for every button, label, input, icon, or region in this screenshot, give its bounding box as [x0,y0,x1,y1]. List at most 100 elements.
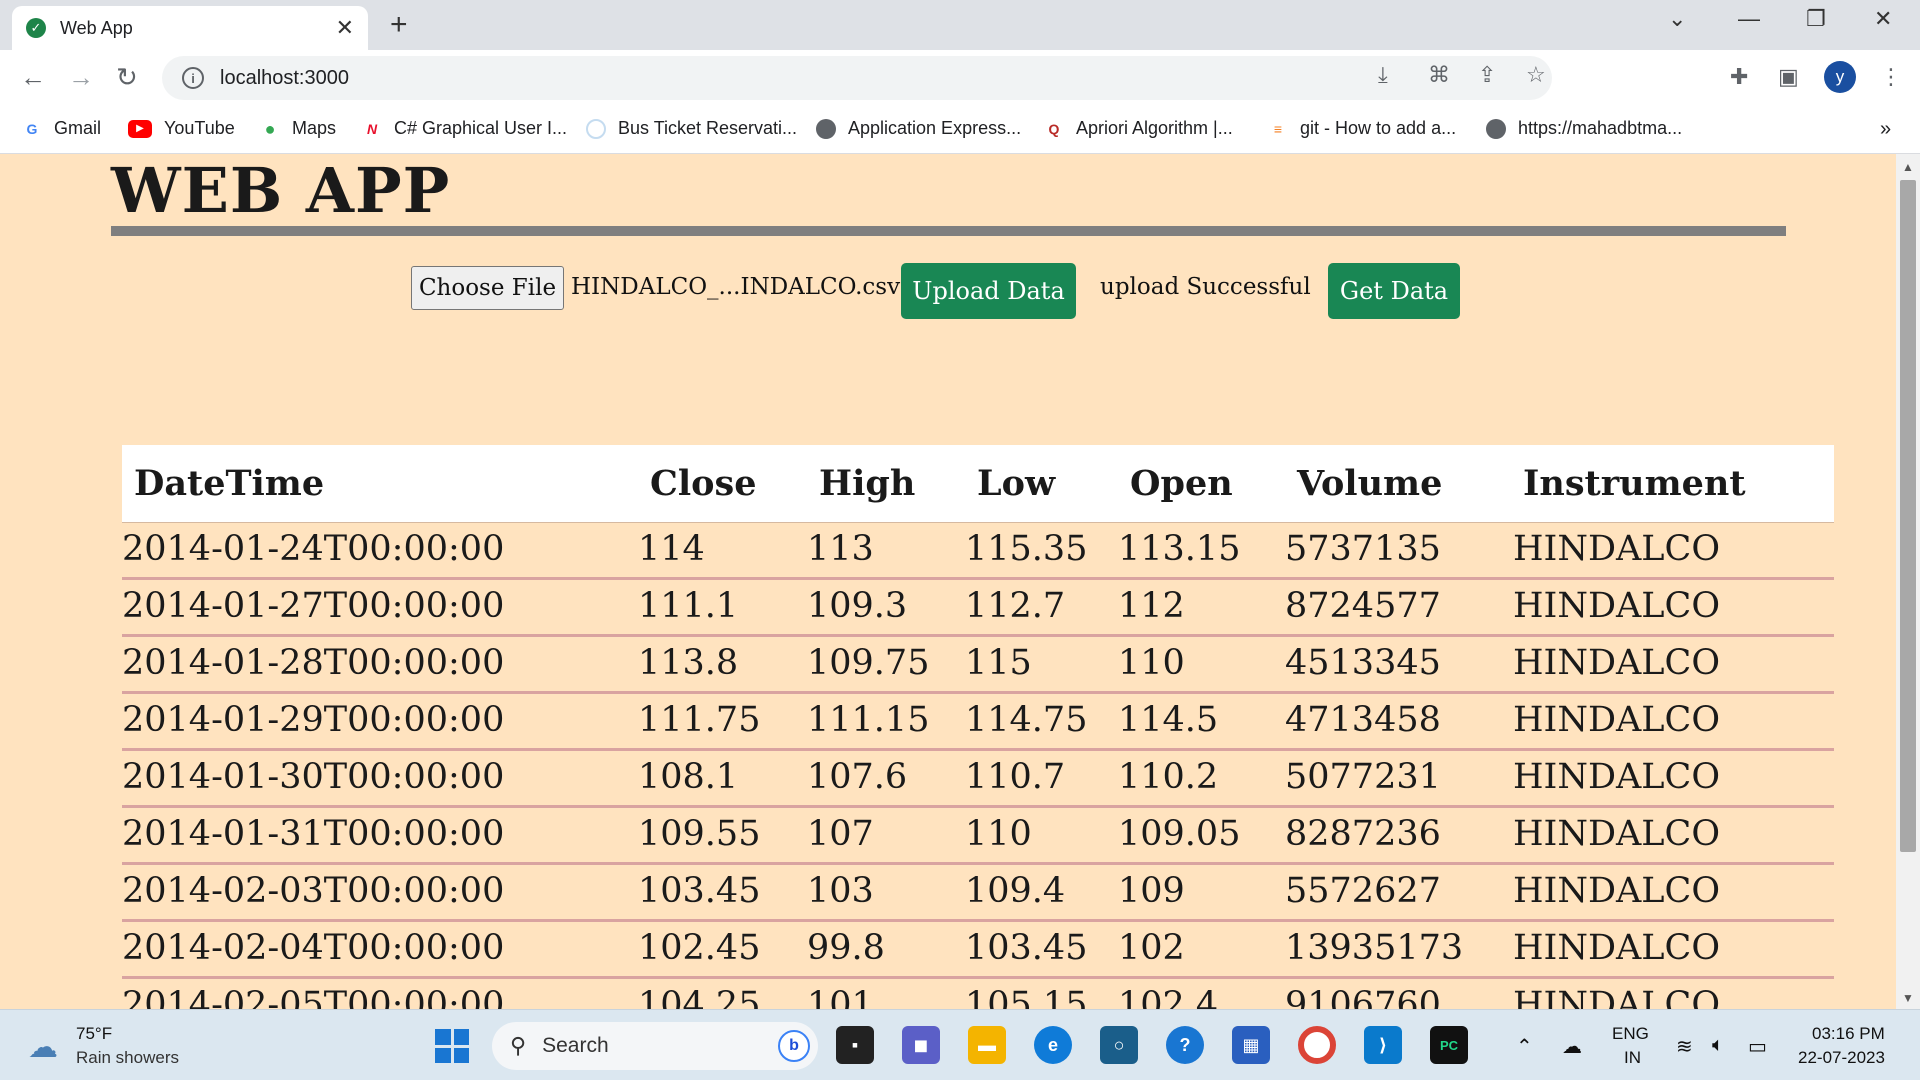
onedrive-cloud-icon[interactable]: ☁ [1562,1034,1582,1059]
translate-icon[interactable]: ⌘ [1428,62,1450,88]
table-row: 2014-02-03T00:00:00 103.45 103 109.4 109 5572… [122,865,1834,922]
wifi-icon[interactable]: ≋ [1676,1034,1693,1059]
table-cell-instrument: HINDALCO [1513,871,1721,911]
microsoft-store-icon[interactable]: ▦ [1232,1026,1270,1064]
bookmark-application-express[interactable]: Application Express... [816,118,1021,139]
battery-icon[interactable]: ▭ [1748,1034,1767,1059]
tab-search-chevron-icon[interactable]: ⌄ [1668,6,1686,32]
browser-tab[interactable]: ✓ Web App ✕ [12,6,368,50]
edge-browser-icon[interactable]: e [1034,1026,1072,1064]
extensions-puzzle-icon[interactable]: ✚ [1730,64,1748,90]
install-app-icon[interactable]: ⤓ [1378,62,1388,88]
table-row: 2014-01-27T00:00:00 111.1 109.3 112.7 112 872… [122,580,1834,637]
window-close-icon[interactable]: ✕ [1874,6,1892,32]
more-bookmarks-chevron-icon[interactable]: » [1880,118,1891,141]
bookmark-label: Gmail [54,118,102,138]
restore-icon[interactable]: ❐ [1806,6,1826,32]
data-table: DateTime Close High Low Open Volume Inst… [122,445,1834,1009]
browser-menu-icon[interactable]: ⋮ [1880,64,1902,90]
address-bar[interactable]: i localhost:3000 [162,56,1552,100]
site-info-icon[interactable]: i [182,67,204,89]
scroll-down-arrow-icon[interactable]: ▼ [1902,991,1914,1005]
task-view-icon[interactable]: ▪ [836,1026,874,1064]
table-cell-instrument: HINDALCO [1513,643,1721,683]
new-tab-plus-icon[interactable]: + [390,8,408,42]
table-cell-close: 114 [638,529,705,569]
choose-file-button[interactable]: Choose File [411,266,564,310]
bookmark-mahadbt[interactable]: https://mahadbtma... [1486,118,1682,139]
search-placeholder: Search [542,1034,609,1057]
browser-toolbar: ← → ↻ i localhost:3000 ☆ ⇪ ⌘ ⤓ [0,50,1920,106]
side-panel-icon[interactable]: ▣ [1778,64,1799,90]
table-cell-high: 111.15 [807,700,930,740]
profile-avatar[interactable]: y [1824,61,1856,93]
selected-file-name: HINDALCO_...INDALCO.csv [571,274,901,300]
volume-icon[interactable]: 🔈︎ [1712,1034,1724,1057]
column-header-open: Open [1130,463,1233,504]
share-icon[interactable]: ⇪ [1478,62,1496,88]
weather-temperature[interactable]: 75°F [76,1024,112,1044]
language-top[interactable]: ENG [1612,1024,1649,1044]
file-explorer-icon[interactable]: ▬ [968,1026,1006,1064]
tab-favicon-check-icon: ✓ [26,18,46,38]
table-cell-volume: 5077231 [1285,757,1441,797]
language-bottom[interactable]: IN [1624,1048,1641,1068]
table-cell-high: 107 [807,814,874,854]
table-cell-datetime: 2014-02-03T00:00:00 [122,871,505,911]
windows-start-icon[interactable] [435,1029,469,1063]
table-cell-open: 102 [1118,928,1185,968]
table-cell-datetime: 2014-02-04T00:00:00 [122,928,505,968]
taskbar-search[interactable]: ⚲ Search b [492,1022,818,1070]
rain-cloud-icon[interactable]: ☁ [28,1030,58,1065]
alexa-icon[interactable]: ○ [1100,1026,1138,1064]
tab-close-icon[interactable]: ✕ [336,15,354,41]
table-cell-open: 112 [1118,586,1185,626]
table-row: 2014-01-24T00:00:00 114 113 115.35 113.15 573… [122,523,1834,580]
bookmark-gmail[interactable]: G Gmail [22,118,101,139]
teams-chat-icon[interactable]: ◼ [902,1026,940,1064]
forward-arrow-icon[interactable]: → [68,62,94,93]
bookmark-apriori[interactable]: Q Apriori Algorithm |... [1044,118,1233,139]
table-row: 2014-01-28T00:00:00 113.8 109.75 115 110 4513… [122,637,1834,694]
clock-date[interactable]: 22-07-2023 [1798,1048,1885,1068]
globe-icon [816,118,836,139]
bookmark-label: Application Express... [848,118,1022,138]
pycharm-icon[interactable]: PC [1430,1026,1468,1064]
table-cell-instrument: HINDALCO [1513,586,1721,626]
chrome-icon[interactable] [1298,1026,1336,1064]
back-arrow-icon[interactable]: ← [20,62,46,93]
help-icon[interactable]: ? [1166,1026,1204,1064]
table-cell-instrument: HINDALCO [1513,985,1721,1009]
bing-icon[interactable]: b [778,1030,810,1062]
minimize-icon[interactable]: — [1738,6,1760,32]
get-data-button[interactable]: Get Data [1328,263,1460,319]
clock-time[interactable]: 03:16 PM [1812,1024,1885,1044]
table-cell-datetime: 2014-01-24T00:00:00 [122,529,505,569]
bookmark-maps[interactable]: ● Maps [260,118,336,139]
table-cell-close: 111.1 [638,586,739,626]
bookmark-git[interactable]: ≡ git - How to add a... [1268,118,1456,139]
reload-icon[interactable]: ↻ [116,62,138,93]
page-scrollbar[interactable]: ▲ ▼ [1896,154,1920,1009]
bookmark-label: Maps [292,118,337,138]
column-header-low: Low [977,463,1056,504]
table-cell-low: 112.7 [965,586,1066,626]
table-cell-volume: 5737135 [1285,529,1441,569]
google-icon: G [22,118,42,139]
bookmark-youtube[interactable]: ▶ YouTube [128,118,235,139]
table-cell-close: 109.55 [638,814,761,854]
scroll-up-arrow-icon[interactable]: ▲ [1902,160,1914,174]
scrollbar-thumb[interactable] [1900,180,1916,852]
upload-data-button[interactable]: Upload Data [901,263,1076,319]
weather-description[interactable]: Rain showers [76,1048,179,1068]
bookmark-star-icon[interactable]: ☆ [1526,62,1546,88]
quora-icon: Q [1044,118,1064,139]
table-cell-volume: 4713458 [1285,700,1441,740]
table-cell-low: 110 [965,814,1032,854]
table-cell-close: 111.75 [638,700,761,740]
vscode-icon[interactable]: ⟩ [1364,1026,1402,1064]
table-cell-close: 102.45 [638,928,761,968]
bookmark-bus-ticket[interactable]: Bus Ticket Reservati... [586,118,797,139]
show-hidden-icons-chevron-icon[interactable]: ⌃ [1516,1034,1533,1059]
bookmark-csharp[interactable]: N C# Graphical User I... [362,118,567,139]
